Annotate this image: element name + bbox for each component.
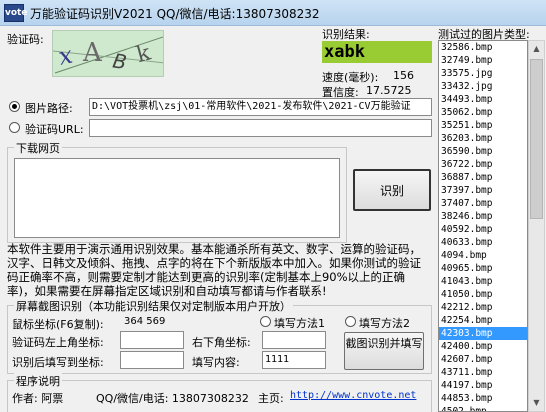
contact-text: QQ/微信/电话: 13807308232 xyxy=(96,392,249,405)
url-label: 验证码URL: xyxy=(25,123,84,136)
list-item[interactable]: 37407.bmp xyxy=(439,197,527,210)
svg-text:A: A xyxy=(82,38,103,68)
scroll-up-icon[interactable]: ▲ xyxy=(529,41,544,57)
confidence-value: 17.5725 xyxy=(366,84,412,97)
list-item[interactable]: 42607.bmp xyxy=(439,353,527,366)
image-path-label: 图片路径: xyxy=(25,102,73,115)
fill-coord-field[interactable] xyxy=(120,351,184,369)
app-icon: vote xyxy=(4,4,27,22)
url-radio[interactable] xyxy=(9,122,20,133)
list-item[interactable]: 41043.bmp xyxy=(439,275,527,288)
top-left-field[interactable] xyxy=(120,331,184,349)
result-label: 识别结果: xyxy=(322,28,370,41)
image-type-list[interactable]: 32586.bmp 32749.bmp 33575.jpg 33432.jpg 3449… xyxy=(438,40,528,412)
list-item[interactable]: 42303.bmp xyxy=(439,327,527,340)
window-title: 万能验证码识别V2021 QQ/微信/电话:13807308232 xyxy=(30,7,320,21)
about-group: 程序说明 作者: 阿票 QQ/微信/电话: 13807308232 主页: ht… xyxy=(7,373,432,412)
download-group: 下载网页 xyxy=(7,140,347,243)
fill-content-label: 填写内容: xyxy=(192,356,240,369)
image-path-field[interactable]: D:\VOT投票机\zsj\01-常用软件\2021-发布软件\2021-CV万… xyxy=(89,98,432,116)
list-item[interactable]: 36887.bmp xyxy=(439,171,527,184)
speed-value: 156 xyxy=(393,69,414,82)
list-item[interactable]: 36203.bmp xyxy=(439,132,527,145)
list-item[interactable]: 43711.bmp xyxy=(439,366,527,379)
url-field[interactable] xyxy=(89,119,432,137)
svg-text:k: k xyxy=(134,40,154,68)
captcha-label: 验证码: xyxy=(7,33,44,46)
recognize-button[interactable]: 识别 xyxy=(353,169,431,211)
homepage-link[interactable]: http://www.cnvote.net xyxy=(290,390,416,401)
fill-coord-label: 识别后填写到坐标: xyxy=(12,356,104,369)
scroll-down-icon[interactable]: ▼ xyxy=(529,395,544,411)
list-item[interactable]: 4094.bmp xyxy=(439,249,527,262)
list-item[interactable]: 32586.bmp xyxy=(439,41,527,54)
list-item[interactable]: 32749.bmp xyxy=(439,54,527,67)
list-item[interactable]: 40633.bmp xyxy=(439,236,527,249)
list-item[interactable]: 35062.bmp xyxy=(439,106,527,119)
list-item[interactable]: 41050.bmp xyxy=(439,288,527,301)
top-left-label: 验证码左上角坐标: xyxy=(12,336,104,349)
bottom-right-field[interactable] xyxy=(262,331,326,349)
main-window: 验证码: x A B k 识别结果: xabk 速度(毫秒): 156 置信度:… xyxy=(0,26,546,412)
bottom-right-label: 右下角坐标: xyxy=(192,336,251,349)
speed-label: 速度(毫秒): xyxy=(322,71,379,84)
list-item[interactable]: 42400.bmp xyxy=(439,340,527,353)
method2-radio[interactable] xyxy=(345,316,356,327)
captcha-image: x A B k xyxy=(52,30,164,77)
screen-capture-group: 屏幕截图识别（本功能识别结果仅对定制版本用户开放） 鼠标坐标(F6复制): 36… xyxy=(7,298,432,374)
mouse-coord-value: 364 569 xyxy=(124,316,166,327)
screen-capture-group-title: 屏幕截图识别（本功能识别结果仅对定制版本用户开放） xyxy=(14,298,293,314)
download-group-title: 下载网页 xyxy=(14,140,62,156)
author-text: 作者: 阿票 xyxy=(12,392,64,405)
list-item[interactable]: 35251.bmp xyxy=(439,119,527,132)
about-group-title: 程序说明 xyxy=(14,373,62,389)
homepage-label: 主页: xyxy=(258,392,284,405)
method2-label: 填写方法2 xyxy=(359,317,410,330)
download-webpage-area[interactable] xyxy=(14,158,340,238)
image-path-radio[interactable] xyxy=(9,101,20,112)
svg-text:B: B xyxy=(111,48,129,74)
list-item[interactable]: 36590.bmp xyxy=(439,145,527,158)
method1-radio[interactable] xyxy=(260,316,271,327)
list-item[interactable]: 40965.bmp xyxy=(439,262,527,275)
list-item[interactable]: 36722.bmp xyxy=(439,158,527,171)
image-list-scrollbar[interactable]: ▲ ▼ xyxy=(528,40,545,412)
list-item[interactable]: 44197.bmp xyxy=(439,379,527,392)
list-item[interactable]: 40592.bmp xyxy=(439,223,527,236)
captcha-image-graphic: x A B k xyxy=(53,36,163,74)
title-bar: vote 万能验证码识别V2021 QQ/微信/电话:13807308232 xyxy=(0,0,546,26)
list-item[interactable]: 42212.bmp xyxy=(439,301,527,314)
list-item[interactable]: 33432.jpg xyxy=(439,80,527,93)
fill-content-field[interactable]: 1111 xyxy=(262,351,326,369)
list-item[interactable]: 33575.jpg xyxy=(439,67,527,80)
list-item[interactable]: 42254.bmp xyxy=(439,314,527,327)
method1-label: 填写方法1 xyxy=(274,317,325,330)
list-item[interactable]: 4502.bmp xyxy=(439,405,527,411)
list-item[interactable]: 44853.bmp xyxy=(439,392,527,405)
capture-recognize-button[interactable]: 截图识别并填写 xyxy=(344,332,424,370)
result-value: xabk xyxy=(322,41,432,63)
list-item[interactable]: 34493.bmp xyxy=(439,93,527,106)
list-item[interactable]: 37397.bmp xyxy=(439,184,527,197)
description-text: 本软件主要用于演示通用识别效果。基本能通杀所有英文、数字、运算的验证码，汉字、日… xyxy=(7,242,421,298)
mouse-coord-label: 鼠标坐标(F6复制): xyxy=(12,318,104,331)
svg-text:x: x xyxy=(56,41,76,71)
list-item[interactable]: 38246.bmp xyxy=(439,210,527,223)
scroll-thumb[interactable] xyxy=(530,59,543,219)
